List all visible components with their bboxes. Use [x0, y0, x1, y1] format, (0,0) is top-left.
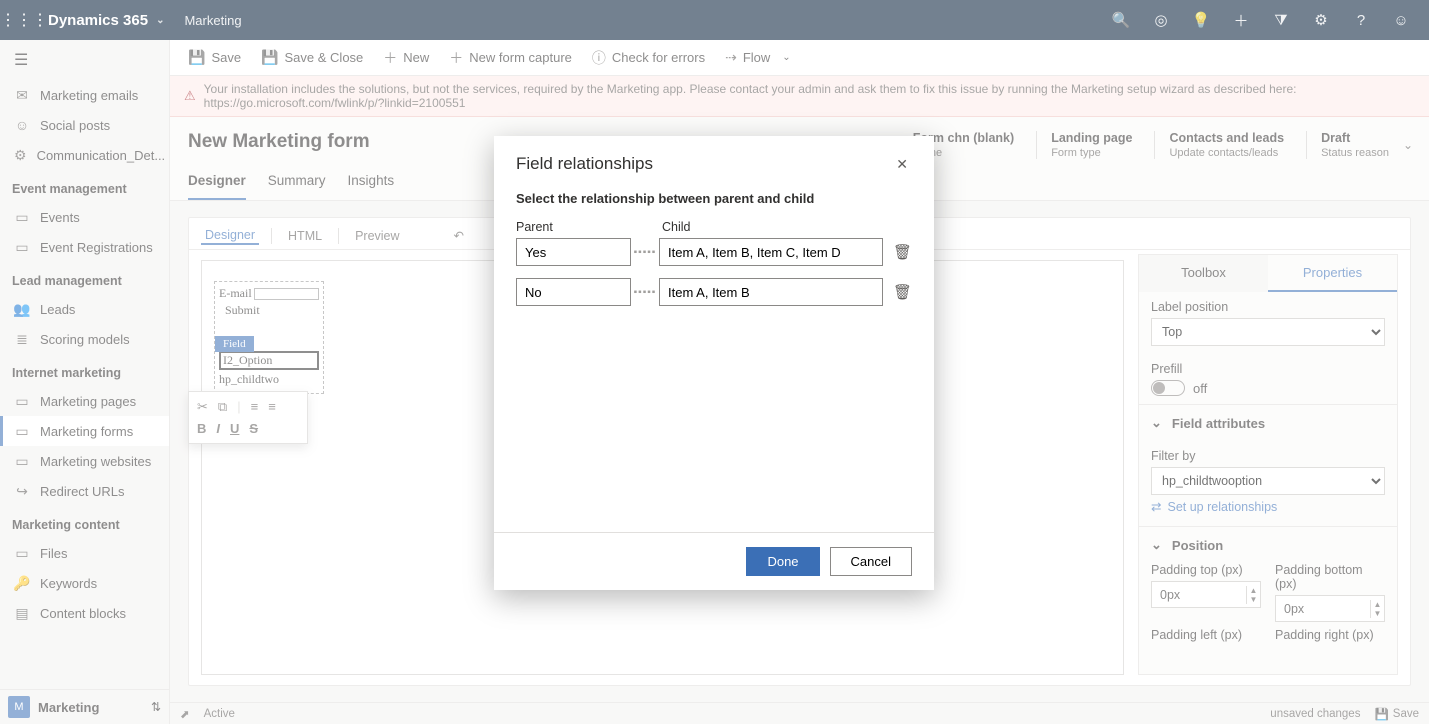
dialog-title: Field relationships [516, 154, 653, 174]
parent-input[interactable] [516, 278, 631, 306]
cancel-button[interactable]: Cancel [830, 547, 912, 576]
column-child-label: Child [662, 220, 691, 234]
field-relationships-dialog: Field relationships ✕ Select the relatio… [494, 136, 934, 590]
delete-row-icon[interactable]: 🗑 [893, 283, 912, 301]
delete-row-icon[interactable]: 🗑 [893, 243, 912, 261]
done-button[interactable]: Done [746, 547, 819, 576]
close-icon[interactable]: ✕ [892, 154, 912, 175]
relationship-row: ▪▪▪▪▪ 🗑 [516, 278, 912, 306]
connector-icon: ▪▪▪▪▪ [631, 247, 659, 258]
dialog-subtitle: Select the relationship between parent a… [516, 191, 912, 206]
child-input[interactable] [659, 278, 883, 306]
parent-input[interactable] [516, 238, 631, 266]
relationship-row: ▪▪▪▪▪ 🗑 [516, 238, 912, 266]
child-input[interactable] [659, 238, 883, 266]
connector-icon: ▪▪▪▪▪ [631, 287, 659, 298]
column-parent-label: Parent [516, 220, 628, 234]
